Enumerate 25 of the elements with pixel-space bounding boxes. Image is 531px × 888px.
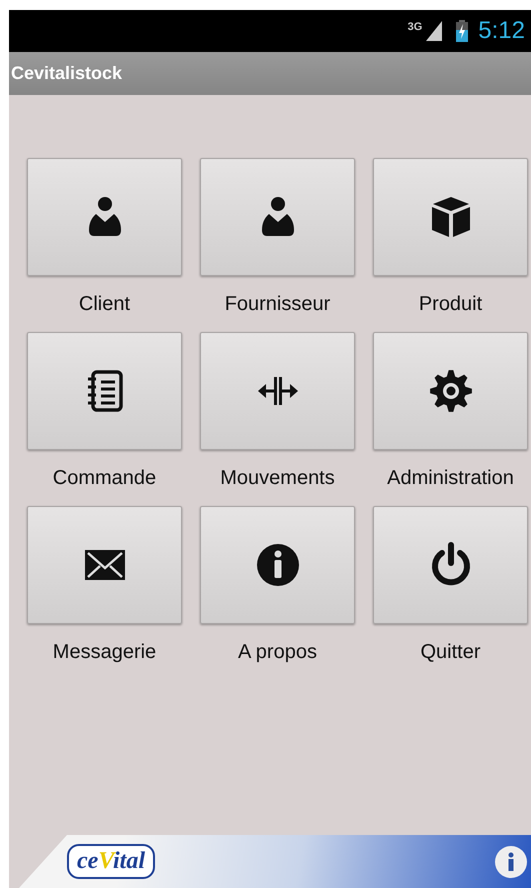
menu-label: Client	[78, 293, 130, 316]
brand-logo: ceVital	[67, 844, 156, 879]
menu-tile[interactable]	[200, 506, 355, 624]
menu-tile[interactable]	[373, 158, 528, 276]
app-title: Cevitalistock	[11, 63, 122, 84]
menu-label: Fournisseur	[224, 293, 330, 316]
menu-tile[interactable]	[27, 332, 182, 450]
network-type: 3G	[408, 21, 422, 33]
battery-icon	[456, 20, 468, 42]
info-icon[interactable]	[495, 846, 527, 878]
menu-label: Commande	[52, 467, 156, 490]
menu-label: Mouvements	[220, 467, 335, 490]
clock: 5:12	[478, 17, 525, 45]
menu-tile[interactable]	[27, 506, 182, 624]
signal-icon	[426, 21, 442, 41]
menu-tile[interactable]	[200, 158, 355, 276]
menu-tile[interactable]	[373, 506, 528, 624]
menu-label: Administration	[387, 467, 514, 490]
menu-label: Produit	[418, 293, 482, 316]
menu-label: Messagerie	[52, 641, 156, 664]
menu-label: A propos	[238, 641, 317, 664]
menu-label: Quitter	[420, 641, 481, 664]
menu-tile[interactable]	[200, 332, 355, 450]
menu-tile[interactable]	[27, 158, 182, 276]
menu-tile[interactable]	[373, 332, 528, 450]
